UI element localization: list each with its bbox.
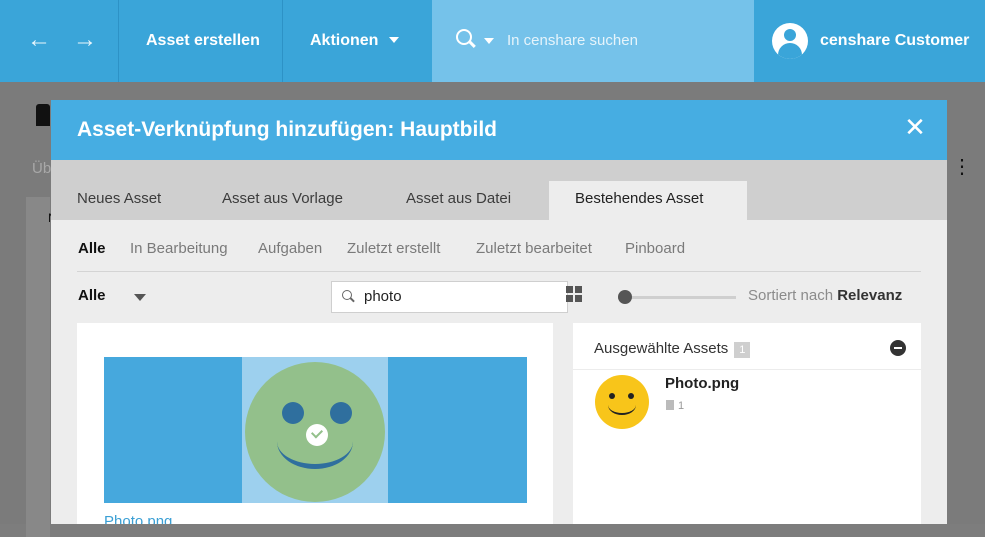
thumbnail-size-slider[interactable] [618,296,736,299]
filter-recently-edited[interactable]: Zuletzt bearbeitet [476,240,592,257]
filter-recently-created[interactable]: Zuletzt erstellt [347,240,440,257]
tab-new-asset[interactable]: Neues Asset [77,190,161,207]
checkmark-icon[interactable] [306,424,328,446]
document-icon [666,400,674,410]
tab-existing-asset-label: Bestehendes Asset [575,190,704,207]
asset-name-link[interactable]: Photo.png [104,513,172,524]
asset-search-field[interactable] [331,281,568,313]
chevron-down-icon[interactable] [134,294,146,301]
search-results-panel: Photo.png [77,323,553,524]
forward-arrow-icon[interactable]: → [70,22,100,58]
selected-asset-name[interactable]: Photo.png [665,375,739,392]
search-icon [342,290,352,300]
user-avatar-body [778,43,802,59]
close-icon[interactable]: ✕ [900,112,930,142]
filter-all[interactable]: Alle [78,240,106,257]
panel-divider [573,369,921,370]
selected-asset-meta: 1 [666,400,684,412]
asset-thumbnail[interactable] [104,357,527,503]
filter-bar: Alle In Bearbeitung Aufgaben Zuletzt ers… [51,240,947,270]
dialog-title: Asset-Verknüpfung hinzufügen: Hauptbild [77,118,497,141]
top-bar: ← → Asset erstellen Aktionen In censhare… [0,0,985,82]
selected-assets-title: Ausgewählte Assets [594,340,729,357]
topbar-divider [282,0,283,82]
background-panel: N [26,197,57,537]
selected-assets-panel: Ausgewählte Assets 1 Photo.png 1 [573,323,921,524]
dialog-header: Asset-Verknüpfung hinzufügen: Hauptbild … [51,100,947,160]
tab-existing-asset[interactable]: Bestehendes Asset [549,181,747,220]
actions-menu-button[interactable]: Aktionen [310,0,399,82]
add-asset-relation-dialog: Asset-Verknüpfung hinzufügen: Hauptbild … [51,100,947,524]
sort-prefix: Sortiert nach [748,287,834,304]
filter-pinboard[interactable]: Pinboard [625,240,685,257]
type-select[interactable]: Alle [78,287,106,304]
search-icon[interactable] [456,29,472,45]
user-avatar[interactable] [772,23,808,59]
tab-asset-from-template[interactable]: Asset aus Vorlage [222,190,343,207]
global-search[interactable]: In censhare suchen [432,0,754,82]
topbar-divider [118,0,119,82]
smiley-face-icon [245,362,385,502]
background-fragment-text: Üb [32,160,52,177]
selected-asset-meta-value: 1 [678,400,685,412]
tab-asset-from-file[interactable]: Asset aus Datei [406,190,511,207]
sort-control[interactable]: Sortiert nach Relevanz [748,287,902,304]
selected-assets-header: Ausgewählte Assets 1 [594,340,751,358]
selected-asset-thumbnail[interactable] [595,375,649,429]
filter-divider [77,271,921,272]
actions-label: Aktionen [310,32,379,49]
dialog-tabs: Neues Asset Asset aus Vorlage Asset aus … [51,160,947,220]
thumbnail-image [242,357,388,503]
filter-tasks[interactable]: Aufgaben [258,240,322,257]
selected-count-badge: 1 [734,342,751,358]
grid-view-icon[interactable] [566,286,582,302]
back-arrow-icon[interactable]: ← [24,22,54,58]
sort-value: Relevanz [837,287,903,304]
smiley-mouth [608,395,636,415]
slider-handle[interactable] [618,290,632,304]
user-avatar-head [784,29,796,41]
remove-all-icon[interactable] [890,340,906,356]
asset-search-input[interactable] [364,286,559,306]
filter-in-progress[interactable]: In Bearbeitung [130,240,228,257]
search-placeholder[interactable]: In censhare suchen [507,0,638,82]
person-icon [36,104,50,126]
user-name[interactable]: censhare Customer [820,0,969,82]
more-options-icon: ⋮ [952,156,972,178]
search-scope-dropdown-icon[interactable] [484,38,494,44]
chevron-down-icon [388,37,399,43]
create-asset-button[interactable]: Asset erstellen [146,0,260,82]
